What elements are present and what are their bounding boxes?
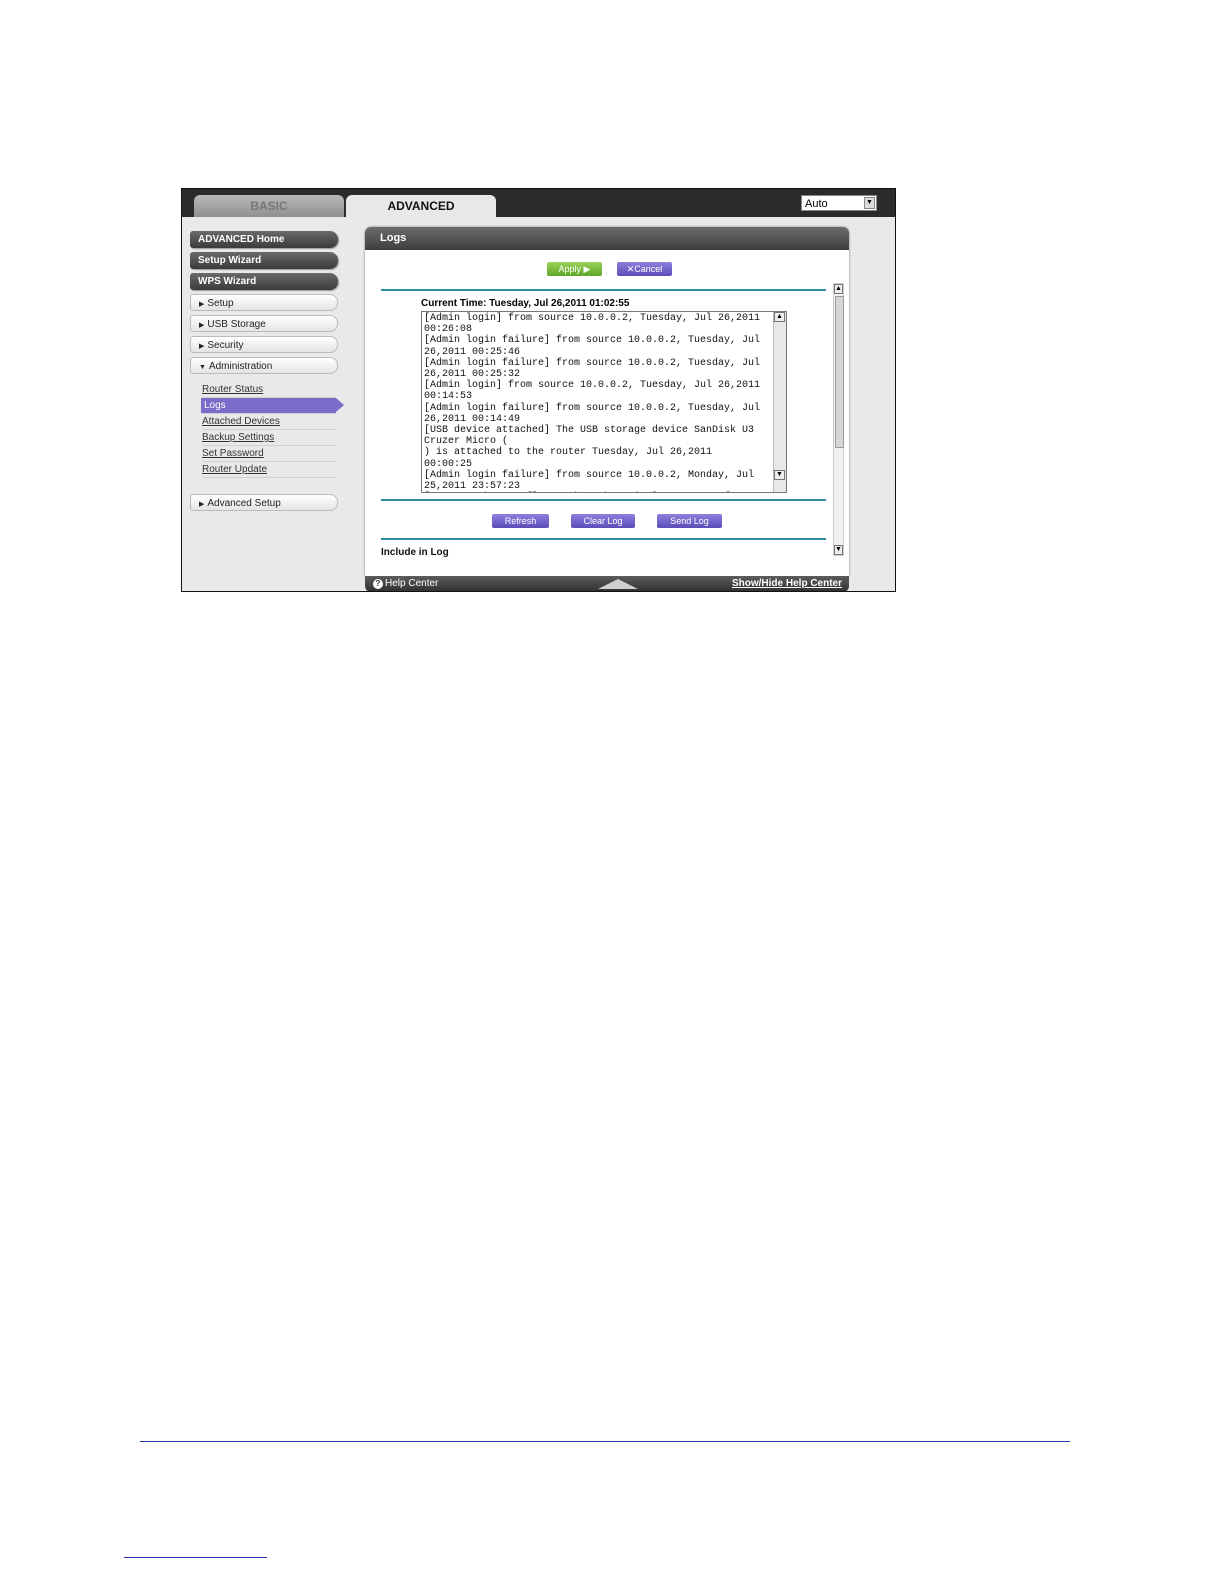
language-value: Auto (805, 198, 828, 210)
footer-rule-short (124, 1557, 267, 1558)
sidebar-item-router-update[interactable]: Router Update (202, 462, 336, 478)
include-in-log-heading: Include in Log (381, 547, 449, 558)
sidebar-item-attached-devices[interactable]: Attached Devices (202, 414, 336, 430)
divider (381, 499, 826, 501)
nav-setup[interactable]: ▶ Setup (190, 294, 338, 311)
nav-setup-wizard[interactable]: Setup Wizard (190, 252, 338, 269)
play-icon: ▶ (583, 264, 591, 274)
panel-scrollbar[interactable]: ▲ ▼ (833, 283, 844, 556)
refresh-button[interactable]: Refresh (492, 514, 549, 528)
tab-advanced[interactable]: ADVANCED (346, 195, 496, 217)
cancel-label: Cancel (634, 264, 663, 274)
nav-advanced-setup-label: Advanced Setup (207, 498, 281, 509)
help-center-label: Help Center (385, 578, 439, 589)
sidebar: ADVANCED Home Setup Wizard WPS Wizard ▶ S… (190, 231, 344, 515)
divider (381, 289, 826, 291)
nav-usb-storage[interactable]: ▶ USB Storage (190, 315, 338, 332)
apply-label: Apply (558, 264, 582, 274)
language-select[interactable]: Auto ▼ (801, 195, 877, 211)
apply-button[interactable]: Apply ▶ (547, 262, 602, 276)
tab-basic[interactable]: BASIC (194, 195, 344, 217)
logs-panel: Logs Apply ▶ ✕Cancel Current Time: Tuesd… (365, 227, 849, 576)
sidebar-item-logs[interactable]: Logs (201, 398, 344, 414)
scroll-up-icon[interactable]: ▲ (834, 284, 843, 294)
scroll-down-icon[interactable]: ▼ (774, 470, 785, 480)
nav-advanced-home[interactable]: ADVANCED Home (190, 231, 338, 248)
triangle-right-icon: ▶ (199, 343, 205, 350)
router-screenshot: BASIC ADVANCED Auto ▼ ADVANCED Home Setu… (181, 188, 896, 592)
show-hide-help-link[interactable]: Show/Hide Help Center (732, 576, 842, 591)
triangle-right-icon: ▶ (199, 301, 205, 308)
nav-administration-label: Administration (208, 361, 273, 372)
log-textarea[interactable]: [Admin login] from source 10.0.0.2, Tues… (421, 311, 787, 493)
nav-administration[interactable]: ▼ Administration (190, 357, 338, 374)
help-bar: ? Help Center Show/Hide Help Center (365, 576, 849, 591)
scroll-up-icon[interactable]: ▲ (774, 312, 785, 322)
clear-log-button[interactable]: Clear Log (571, 514, 635, 528)
triangle-right-icon: ▶ (199, 501, 205, 508)
triangle-right-icon: ▶ (199, 322, 205, 329)
main-area: ADVANCED Home Setup Wizard WPS Wizard ▶ S… (182, 217, 895, 591)
help-center-link[interactable]: ? Help Center (373, 576, 439, 591)
triangle-down-icon: ▼ (199, 364, 206, 371)
nav-usb-storage-label: USB Storage (207, 319, 266, 330)
log-text: [Admin login] from source 10.0.0.2, Tues… (424, 313, 761, 493)
nav-advanced-setup[interactable]: ▶ Advanced Setup (190, 494, 338, 511)
sidebar-item-router-status[interactable]: Router Status (202, 382, 336, 398)
nav-security[interactable]: ▶ Security (190, 336, 338, 353)
nav-setup-label: Setup (207, 298, 234, 309)
sidebar-item-backup-settings[interactable]: Backup Settings (202, 430, 336, 446)
sidebar-item-set-password[interactable]: Set Password (202, 446, 336, 462)
panel-title: Logs (365, 227, 849, 250)
log-scrollbar[interactable]: ▲ ▼ (773, 312, 786, 492)
chevron-down-icon: ▼ (864, 197, 875, 209)
nav-wps-wizard[interactable]: WPS Wizard (190, 273, 338, 290)
cancel-button[interactable]: ✕Cancel (617, 262, 672, 276)
nav-security-label: Security (207, 340, 244, 351)
scroll-down-icon[interactable]: ▼ (834, 545, 843, 555)
expand-up-icon[interactable] (598, 579, 638, 589)
current-time: Current Time: Tuesday, Jul 26,2011 01:02… (421, 298, 630, 309)
scroll-thumb[interactable] (835, 296, 844, 448)
footer-rule (140, 1441, 1070, 1442)
divider (381, 538, 826, 540)
question-icon: ? (373, 579, 383, 589)
send-log-button[interactable]: Send Log (657, 514, 722, 528)
